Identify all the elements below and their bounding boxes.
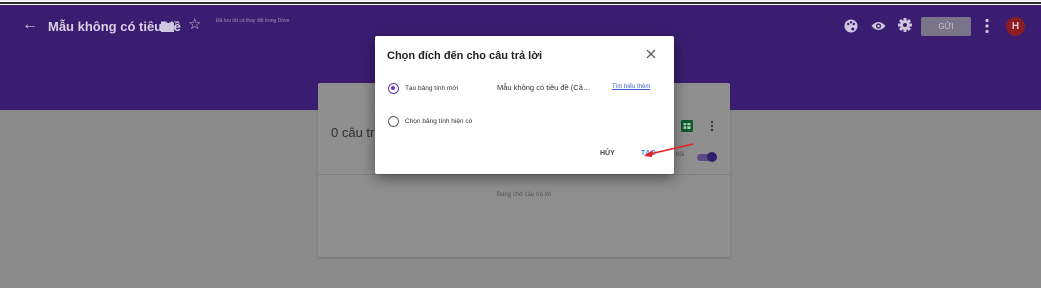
more-vert-icon[interactable]	[985, 18, 989, 34]
radio-create-new-sheet[interactable]	[388, 83, 399, 94]
sheets-icon[interactable]	[681, 120, 693, 132]
eye-icon[interactable]	[871, 20, 886, 32]
response-destination-dialog: Chọn đích đến cho câu trả lời Tạo bảng t…	[375, 36, 674, 174]
star-icon[interactable]: ☆	[188, 16, 201, 34]
learn-more-link[interactable]: Tìm hiểu thêm	[612, 84, 650, 90]
avatar[interactable]: H	[1006, 17, 1025, 36]
cancel-button[interactable]: HỦY	[600, 150, 615, 157]
accepting-responses-toggle[interactable]	[695, 152, 717, 162]
radio-select-existing-sheet[interactable]	[388, 116, 399, 127]
close-icon[interactable]	[645, 48, 657, 60]
folder-icon[interactable]	[161, 20, 174, 32]
toggle-thumb	[707, 152, 717, 162]
red-arrow-annotation	[644, 143, 694, 157]
card-more-vert-icon[interactable]	[710, 120, 714, 132]
saved-status: Đã lưu tất cả thay đổi trong Drive	[216, 18, 290, 24]
palette-icon[interactable]	[844, 19, 858, 33]
select-existing-sheet-label[interactable]: Chọn bảng tính hiện có	[405, 118, 472, 125]
top-divider	[0, 2, 1041, 4]
waiting-message: Đang chờ câu trả lời	[496, 192, 552, 198]
gear-icon[interactable]	[898, 18, 912, 32]
card-divider	[318, 174, 730, 175]
create-new-sheet-label[interactable]: Tạo bảng tính mới	[405, 85, 458, 92]
back-icon[interactable]: ←	[22, 17, 38, 33]
response-count: 0 câu tr	[331, 125, 375, 140]
dialog-title: Chọn đích đến cho câu trả lời	[387, 50, 543, 62]
new-sheet-name-field[interactable]	[497, 83, 597, 92]
send-button[interactable]: GỬI	[921, 17, 971, 36]
